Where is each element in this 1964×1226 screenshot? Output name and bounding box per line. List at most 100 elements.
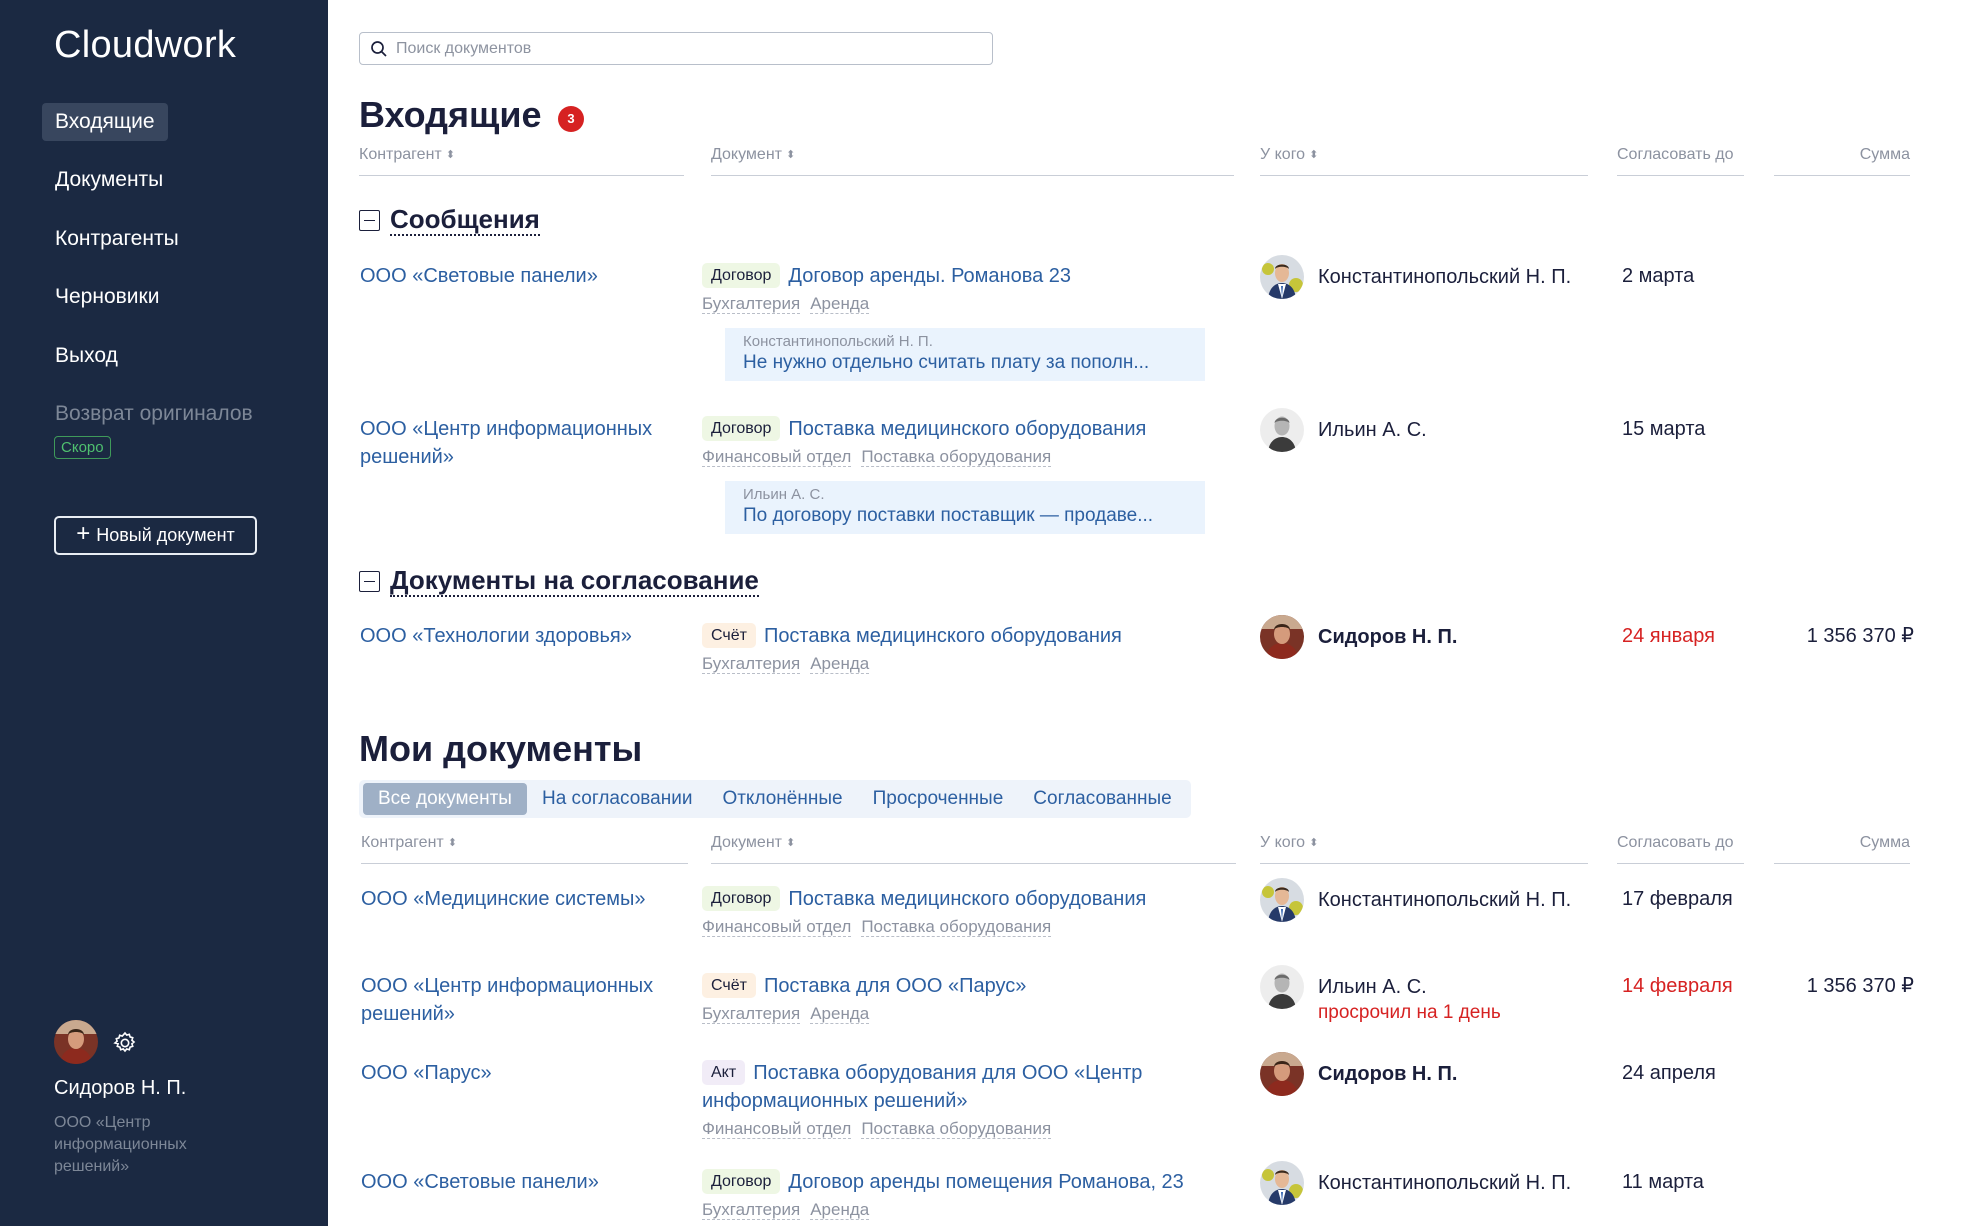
sidebar-item-logout[interactable]: Выход: [42, 337, 131, 375]
section-messages[interactable]: Сообщения: [359, 204, 540, 236]
tab-pending[interactable]: На согласовании: [527, 783, 707, 815]
counterparty-link[interactable]: ООО «Световые панели»: [360, 262, 680, 290]
deadline: 15 марта: [1622, 418, 1706, 440]
tab-rejected[interactable]: Отклонённые: [707, 783, 857, 815]
user-avatar[interactable]: [54, 1020, 98, 1064]
deadline: 24 апреля: [1622, 1062, 1716, 1084]
column-label: У кого: [1260, 146, 1306, 163]
document-link[interactable]: Поставка для ООО «Парус»: [764, 975, 1026, 997]
user-name: Сидоров Н. П.: [54, 1077, 187, 1099]
column-header-counterparty[interactable]: Контрагент ⬍: [359, 146, 684, 176]
sort-icon: ⬍: [447, 837, 457, 849]
doc-tag[interactable]: Аренда: [810, 1004, 870, 1024]
tab-overdue[interactable]: Просроченные: [858, 783, 1019, 815]
doc-type-tag: Счёт: [702, 623, 756, 648]
app-logo: Cloudwork: [54, 24, 237, 66]
assignee: Ильин А. С.: [1260, 408, 1427, 452]
doc-tag[interactable]: Финансовый отдел: [702, 1119, 852, 1139]
doc-tag[interactable]: Бухгалтерия: [702, 1004, 801, 1024]
sidebar-item-drafts[interactable]: Черновики: [42, 278, 172, 316]
collapse-icon[interactable]: [359, 209, 380, 231]
sidebar-item-documents[interactable]: Документы: [42, 161, 176, 199]
counterparty-link[interactable]: ООО «Центр информационных решений»: [360, 415, 680, 471]
doc-type-tag: Счёт: [702, 973, 756, 998]
document-link[interactable]: Поставка медицинского оборудования: [764, 625, 1122, 647]
avatar: [1260, 408, 1304, 452]
document-link[interactable]: Договор аренды. Романова 23: [788, 265, 1071, 287]
message-author: Константинопольский Н. П.: [743, 333, 933, 350]
deadline: 14 февраля: [1622, 975, 1733, 997]
doc-tag[interactable]: Финансовый отдел: [702, 447, 852, 467]
sidebar-item-originals-return: Возврат оригиналов: [55, 402, 253, 425]
plus-icon: +: [76, 520, 91, 547]
doc-tag[interactable]: Аренда: [810, 294, 870, 314]
document-link[interactable]: Поставка оборудования для ООО «Центр инф…: [702, 1062, 1142, 1112]
message-text: По договору поставки поставщик — продаве…: [743, 505, 1154, 526]
column-header-deadline[interactable]: Согласовать до: [1617, 146, 1744, 176]
column-header-deadline[interactable]: Согласовать до: [1617, 834, 1744, 864]
counterparty-link[interactable]: ООО «Медицинские системы»: [361, 885, 681, 913]
doc-tag[interactable]: Бухгалтерия: [702, 294, 801, 314]
counterparty-link[interactable]: ООО «Технологии здоровья»: [360, 622, 680, 650]
doc-tag[interactable]: Финансовый отдел: [702, 917, 852, 937]
doc-tag[interactable]: Бухгалтерия: [702, 654, 801, 674]
column-header-sum[interactable]: Сумма: [1774, 834, 1910, 864]
message-preview[interactable]: Ильин А. С. По договору поставки поставщ…: [725, 481, 1205, 534]
column-header-sum[interactable]: Сумма: [1774, 146, 1910, 176]
avatar: [1260, 615, 1304, 659]
avatar: [1260, 255, 1304, 299]
app-window: Cloudwork Входящие Документы Контрагенты…: [0, 0, 1964, 1226]
doc-tag[interactable]: Бухгалтерия: [702, 1200, 801, 1220]
assignee-name: Ильин А. С.: [1318, 976, 1427, 998]
assignee-name: Сидоров Н. П.: [1318, 626, 1458, 648]
section-approval[interactable]: Документы на согласование: [359, 565, 759, 597]
doc-tag[interactable]: Аренда: [810, 654, 870, 674]
sidebar-item-inbox[interactable]: Входящие: [42, 103, 168, 141]
document-cell: Счёт Поставка для ООО «Парус» Бухгалтерия…: [702, 972, 1242, 1024]
sidebar-item-counterparties[interactable]: Контрагенты: [42, 220, 192, 258]
document-cell: Акт Поставка оборудования для ООО «Центр …: [702, 1059, 1202, 1139]
message-text: Не нужно отдельно считать плату за попол…: [743, 352, 1150, 373]
column-header-counterparty[interactable]: Контрагент ⬍: [361, 834, 688, 864]
doc-tag[interactable]: Аренда: [810, 1200, 870, 1220]
new-document-button[interactable]: + Новый документ: [54, 516, 257, 555]
doc-tag[interactable]: Поставка оборудования: [861, 917, 1052, 937]
column-label: Контрагент: [359, 146, 442, 163]
document-link[interactable]: Договор аренды помещения Романова, 23: [788, 1171, 1183, 1193]
tab-approved[interactable]: Согласованные: [1018, 783, 1186, 815]
column-header-who[interactable]: У кого ⬍: [1260, 834, 1588, 864]
document-cell: Договор Поставка медицинского оборудовани…: [702, 885, 1242, 937]
deadline: 17 февраля: [1622, 888, 1733, 910]
search-icon: [371, 40, 387, 57]
doc-type-tag: Договор: [702, 416, 781, 441]
avatar: [1260, 878, 1304, 922]
counterparty-link[interactable]: ООО «Световые панели»: [361, 1168, 681, 1196]
inbox-count-badge: 3: [558, 106, 584, 132]
assignee-name: Сидоров Н. П.: [1318, 1063, 1458, 1085]
search-box[interactable]: [359, 32, 993, 65]
document-link[interactable]: Поставка медицинского оборудования: [788, 888, 1146, 910]
counterparty-link[interactable]: ООО «Парус»: [361, 1059, 681, 1087]
column-header-who[interactable]: У кого ⬍: [1260, 146, 1588, 176]
document-cell: Договор Договор аренды. Романова 23 Бухга…: [702, 262, 1242, 314]
column-header-document[interactable]: Документ ⬍: [711, 834, 1236, 864]
assignee: Сидоров Н. П.: [1260, 1052, 1457, 1096]
sort-icon: ⬍: [785, 149, 796, 161]
search-input[interactable]: [396, 39, 976, 58]
counterparty-link[interactable]: ООО «Центр информационных решений»: [361, 972, 681, 1028]
assignee-name: Ильин А. С.: [1318, 419, 1427, 441]
collapse-icon[interactable]: [359, 570, 380, 592]
tab-all[interactable]: Все документы: [363, 783, 527, 815]
doc-tag[interactable]: Поставка оборудования: [861, 447, 1052, 467]
gear-icon[interactable]: [112, 1030, 138, 1056]
section-title: Документы на согласование: [390, 565, 759, 597]
column-header-document[interactable]: Документ ⬍: [711, 146, 1234, 176]
document-link[interactable]: Поставка медицинского оборудования: [788, 418, 1146, 440]
column-label: У кого: [1260, 834, 1306, 851]
column-label: Документ: [711, 146, 782, 163]
message-author: Ильин А. С.: [743, 486, 825, 503]
doc-tag[interactable]: Поставка оборудования: [861, 1119, 1052, 1139]
message-preview[interactable]: Константинопольский Н. П. Не нужно отдел…: [725, 328, 1205, 381]
doc-type-tag: Договор: [702, 1169, 781, 1194]
my-documents-title: Мои документы: [359, 728, 643, 769]
